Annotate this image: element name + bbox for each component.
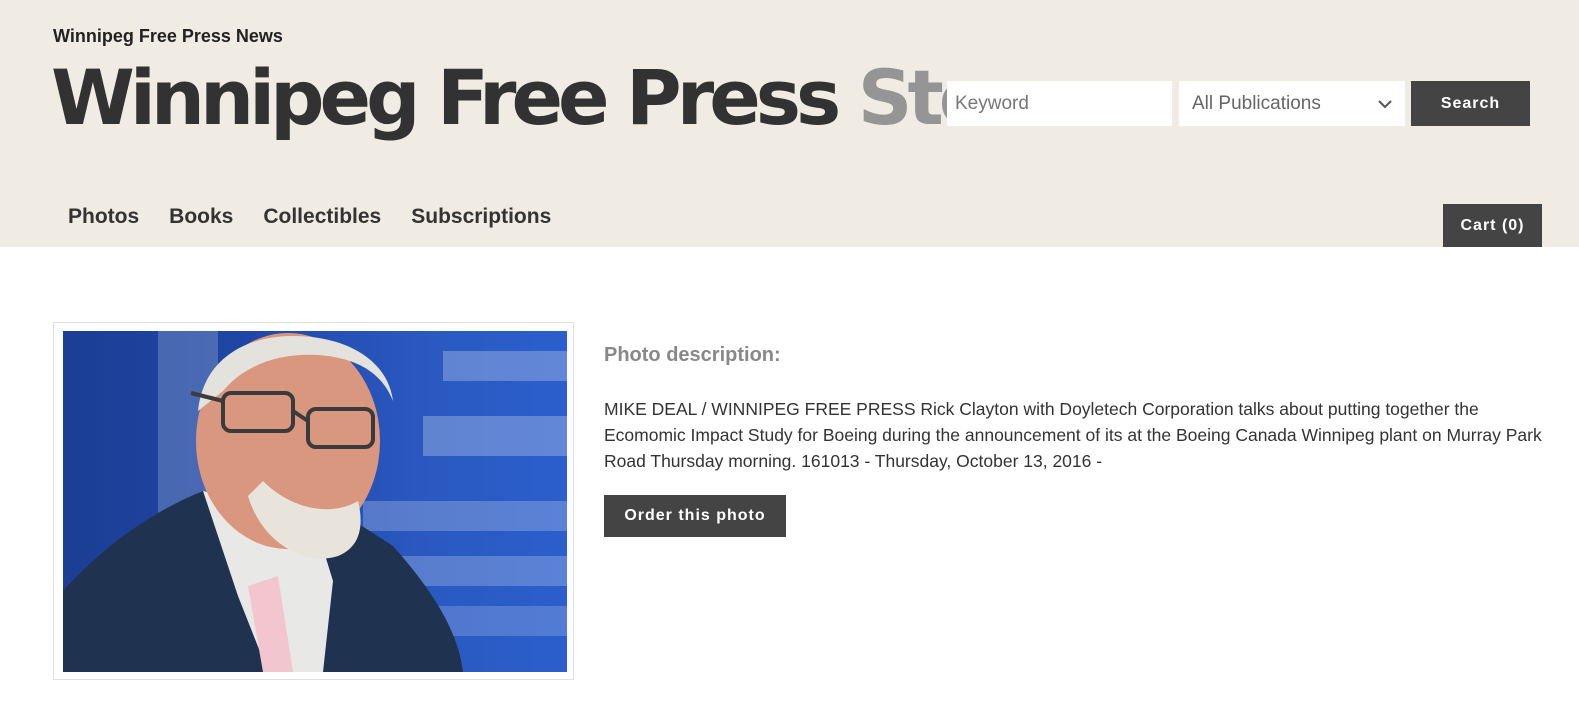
search-button[interactable]: Search bbox=[1411, 81, 1530, 126]
photo-description-text: MIKE DEAL / WINNIPEG FREE PRESS Rick Cla… bbox=[604, 399, 1542, 471]
publication-select[interactable]: All Publications bbox=[1179, 81, 1405, 126]
photo-description-heading: Photo description: bbox=[604, 344, 781, 366]
site-logo[interactable]: Winnipeg Free Press Store bbox=[51, 60, 1070, 136]
order-photo-button[interactable]: Order this photo bbox=[604, 495, 786, 537]
top-news-link[interactable]: Winnipeg Free Press News bbox=[53, 26, 283, 47]
search-input[interactable] bbox=[947, 81, 1172, 126]
photo-frame bbox=[53, 322, 574, 680]
cart-button[interactable]: Cart (0) bbox=[1443, 204, 1542, 247]
site-header: Winnipeg Free Press News Winnipeg Free P… bbox=[0, 0, 1579, 247]
nav-item-books[interactable]: Books bbox=[169, 205, 233, 229]
nav-item-collectibles[interactable]: Collectibles bbox=[263, 205, 381, 229]
nav-item-subscriptions[interactable]: Subscriptions bbox=[411, 205, 551, 229]
main-nav: Photos Books Collectibles Subscriptions bbox=[53, 205, 566, 229]
chevron-down-icon bbox=[1378, 93, 1392, 114]
publication-select-value: All Publications bbox=[1192, 92, 1321, 114]
nav-item-photos[interactable]: Photos bbox=[68, 205, 139, 229]
logo-main-text: Winnipeg Free Press bbox=[51, 53, 841, 142]
photo-image[interactable] bbox=[63, 331, 567, 672]
